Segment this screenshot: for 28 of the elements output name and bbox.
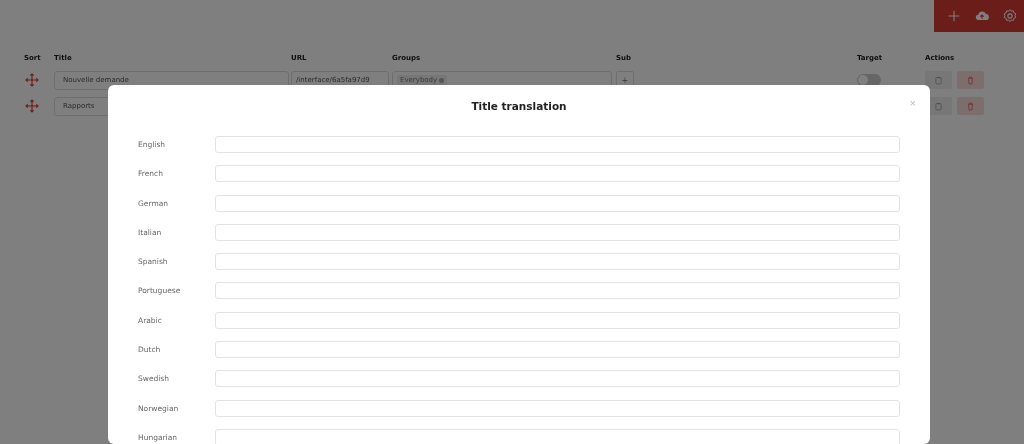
- delete-button[interactable]: [957, 71, 984, 89]
- delete-button[interactable]: [957, 97, 984, 115]
- translation-field[interactable]: [215, 370, 900, 388]
- settings-icon: [1002, 8, 1018, 24]
- modal-title: Title translation: [471, 100, 567, 112]
- add-button[interactable]: [934, 0, 968, 32]
- add-icon: [946, 8, 962, 24]
- translation-field[interactable]: [215, 165, 900, 183]
- settings-button[interactable]: [996, 0, 1024, 32]
- remove-tag-icon[interactable]: [439, 77, 445, 83]
- translation-field[interactable]: [215, 282, 900, 300]
- move-icon: [24, 72, 40, 88]
- translation-field[interactable]: [215, 341, 900, 359]
- translation-field[interactable]: [215, 136, 900, 153]
- copy-button[interactable]: [925, 71, 952, 89]
- translation-field[interactable]: [215, 223, 900, 241]
- translation-field[interactable]: [215, 194, 900, 212]
- clipboard-icon: [934, 101, 943, 111]
- trash-icon: [966, 75, 975, 85]
- trash-icon: [966, 101, 975, 111]
- translation-field[interactable]: [215, 311, 900, 329]
- close-button[interactable]: ×: [907, 97, 918, 109]
- translation-field[interactable]: [215, 399, 900, 417]
- translation-field[interactable]: [215, 428, 900, 444]
- clipboard-icon: [934, 75, 943, 85]
- translation-field[interactable]: [215, 253, 900, 271]
- move-icon: [24, 98, 40, 114]
- target-toggle[interactable]: [857, 74, 881, 86]
